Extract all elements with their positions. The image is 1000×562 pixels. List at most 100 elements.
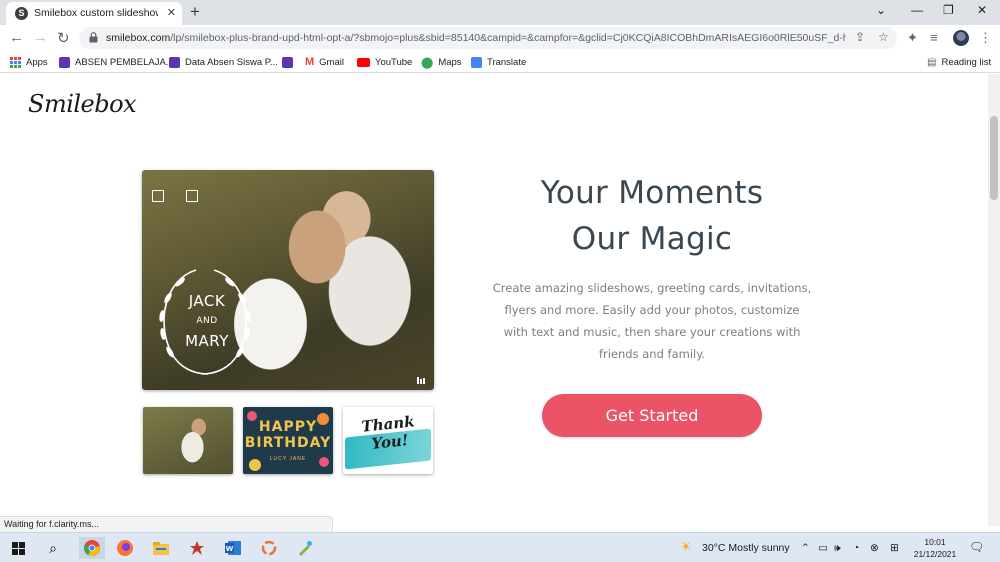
battery-icon[interactable]: ▭ [818,542,828,554]
forms-icon [59,56,70,68]
birthday-title: HAPPY BIRTHDAY [243,419,333,451]
share-icon[interactable]: ⇪ [855,30,865,44]
lock-icon[interactable] [89,32,98,43]
media-control-icon[interactable]: ≡ [930,30,938,45]
url-path: /lp/smilebox-plus-brand-upd-html-opt-a/?… [170,32,846,44]
close-tab-icon[interactable]: ✕ [167,6,176,19]
headline-line1: Your Moments [540,175,764,211]
maps-pin-icon: ⬤ [421,56,434,69]
paint-taskbar-icon[interactable] [294,537,316,559]
file-explorer-icon[interactable] [150,537,172,559]
smilebox-favicon-icon: S [15,7,28,20]
profile-avatar[interactable] [953,30,969,46]
notifications-icon[interactable]: 🗨 [969,540,984,554]
bookmark-label: Maps [438,56,462,68]
bookmark-label: Translate [487,56,527,68]
reload-icon[interactable]: ↻ [57,29,70,47]
thumbnail-birthday[interactable]: HAPPY BIRTHDAY LUCY JANE [243,407,333,474]
status-bubble: Waiting for f.clarity.ms... [0,516,333,532]
apps-grid-icon [10,56,21,68]
bookmarks-bar: Apps ABSEN PEMBELAJA... Data Absen Siswa… [0,51,1000,73]
tab-strip: S Smilebox custom slideshows, gre ✕ + ⌄ … [0,0,1000,25]
name-second: MARY [185,332,229,350]
new-tab-button[interactable]: + [190,2,200,22]
birthday-line2: BIRTHDAY [244,435,332,451]
windows-taskbar: ⌕ W ☀ 30°C Mostly sunny ⌃ ▭ 🕪 ◔ ⊗ ⊞ 10:0… [0,532,1000,562]
translate-icon [471,56,482,68]
name-first: JACK [188,292,226,310]
tab-title: Smilebox custom slideshows, gre [34,7,158,19]
page-scrollbar[interactable] [988,74,1000,526]
tab-smilebox[interactable]: S Smilebox custom slideshows, gre ✕ [6,2,182,25]
app-recycle-taskbar-icon[interactable] [258,537,280,559]
clock-date: 21/12/2021 [913,549,957,559]
back-icon[interactable]: ← [9,29,24,46]
bookmark-maps[interactable]: ⬤ Maps [421,55,462,69]
bookmark-label: YouTube [375,56,413,68]
bookmark-absen-pembelajaran[interactable]: ABSEN PEMBELAJA... [59,55,174,69]
windows-start-icon[interactable] [7,537,29,559]
hero-card-preview[interactable]: JACK AND MARY [142,170,434,390]
taskbar-clock[interactable]: 10:01 21/12/2021 [912,536,958,560]
name-and: AND [196,316,218,326]
smilebox-mark-icon [417,377,425,384]
word-taskbar-icon[interactable]: W [222,537,244,559]
firefox-taskbar-icon[interactable] [114,537,136,559]
address-bar[interactable]: smilebox.com/lp/smilebox-plus-brand-upd-… [79,27,897,49]
menu-icon[interactable]: ⋮ [979,30,992,46]
svg-text:W: W [226,545,234,553]
bookmark-gmail[interactable]: M Gmail [305,55,344,69]
language-icon[interactable]: ⊞ [890,542,899,554]
weather-text[interactable]: 30°C Mostly sunny [702,542,790,554]
bookmark-star-icon[interactable]: ☆ [878,30,889,44]
get-started-button[interactable]: Get Started [542,394,762,437]
headline-line2: Our Magic [571,221,733,257]
extensions-icon[interactable]: ✦ [907,30,918,46]
bookmark-forms[interactable] [282,55,293,69]
forms-icon [282,56,293,68]
url-host: smilebox.com [106,32,171,44]
birthday-subtitle: LUCY JANE [269,456,307,462]
forward-icon[interactable]: → [33,29,48,46]
youtube-icon [357,57,370,67]
show-hidden-icons-icon[interactable]: ⌃ [801,542,810,554]
reading-list-label: Reading list [941,56,992,68]
bookmark-label: ABSEN PEMBELAJA... [75,56,174,68]
weather-sun-icon[interactable]: ☀ [680,539,692,555]
hero-description: Create amazing slideshows, greeting card… [492,281,812,361]
tab-search-icon[interactable]: ⌄ [876,3,886,17]
chrome-taskbar-icon[interactable] [79,537,105,559]
close-window-button[interactable]: ✕ [977,3,987,17]
thumbnail-thank-you[interactable]: Thank You! [343,407,433,474]
restore-button[interactable]: ❐ [943,3,954,17]
search-icon[interactable]: ⌕ [42,537,64,559]
bookmark-label: Data Absen Siswa P... [185,56,278,68]
thumbnail-wedding[interactable] [143,407,233,474]
forms-icon [169,56,180,68]
bookmark-label: Apps [26,56,48,68]
bookmark-label: Gmail [319,56,344,68]
network-icon[interactable]: ◔ [853,542,859,554]
bookmark-translate[interactable]: Translate [471,55,526,69]
minimize-button[interactable]: — [911,3,923,17]
app-red-taskbar-icon[interactable] [186,537,208,559]
card-frame-icon [152,190,164,202]
status-x-icon[interactable]: ⊗ [870,542,879,554]
bookmark-youtube[interactable]: YouTube [357,55,412,69]
card-frame-icon [186,190,198,202]
browser-toolbar: ← → ↻ smilebox.com/lp/smilebox-plus-bran… [0,25,1000,51]
url-text: smilebox.com/lp/smilebox-plus-brand-upd-… [106,32,846,44]
volume-icon[interactable]: 🕪 [834,542,841,555]
bookmark-data-absen-siswa[interactable]: Data Absen Siswa P... [169,55,278,69]
page-viewport: Smilebox JACK AND MARY HAPPY BIRTHDAY LU… [0,74,988,526]
scrollbar-thumb[interactable] [990,116,998,200]
reading-list-button[interactable]: ▤ Reading list [927,55,991,69]
reading-list-icon: ▤ [927,56,937,68]
gmail-icon: M [305,56,315,68]
couple-names: JACK AND MARY [162,288,252,354]
smilebox-logo[interactable]: Smilebox [28,90,137,118]
birthday-line1: HAPPY [258,419,318,435]
hero-headline: Your Moments Our Magic [502,170,802,262]
bookmark-apps[interactable]: Apps [10,55,48,69]
clock-time: 10:01 [924,537,946,547]
